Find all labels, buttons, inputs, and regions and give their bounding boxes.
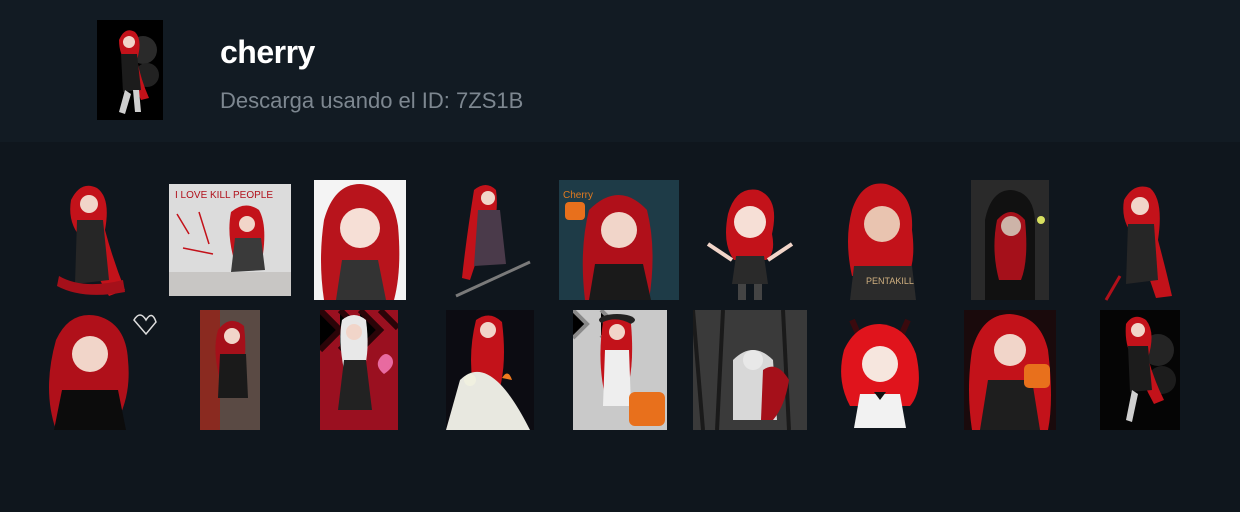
sticker-6[interactable] <box>706 184 794 302</box>
svg-text:I LOVE KILL PEOPLE: I LOVE KILL PEOPLE <box>175 190 273 201</box>
sticker-15[interactable] <box>693 310 807 430</box>
sticker-1[interactable] <box>53 180 129 300</box>
pack-title: cherry <box>220 34 315 70</box>
sticker-grid: I LOVE KILL PEOPLE Cherry PENTAKILL <box>0 142 1240 512</box>
sticker-14[interactable] <box>573 310 667 430</box>
pack-header: cherry Descarga usando el ID: 7ZS1B <box>0 0 1240 142</box>
sticker-4[interactable] <box>446 180 532 300</box>
sticker-11[interactable] <box>200 310 260 430</box>
sticker-10[interactable] <box>42 310 158 430</box>
sticker-12[interactable] <box>320 310 398 430</box>
sticker-16[interactable] <box>830 310 930 430</box>
svg-text:PENTAKILL: PENTAKILL <box>866 276 914 286</box>
svg-text:Cherry: Cherry <box>563 190 593 201</box>
sticker-13[interactable] <box>446 310 534 430</box>
sticker-5[interactable]: Cherry <box>559 180 679 300</box>
sticker-3[interactable] <box>314 180 406 300</box>
pack-download-id: Descarga usando el ID: 7ZS1B <box>220 88 524 113</box>
sticker-9[interactable] <box>1102 180 1178 302</box>
sticker-18[interactable] <box>1100 310 1180 430</box>
sticker-17[interactable] <box>964 310 1056 430</box>
pack-cover-image <box>97 20 163 120</box>
sticker-7[interactable]: PENTAKILL <box>838 180 924 300</box>
sticker-8[interactable] <box>971 180 1049 300</box>
sticker-2[interactable]: I LOVE KILL PEOPLE <box>169 184 291 296</box>
